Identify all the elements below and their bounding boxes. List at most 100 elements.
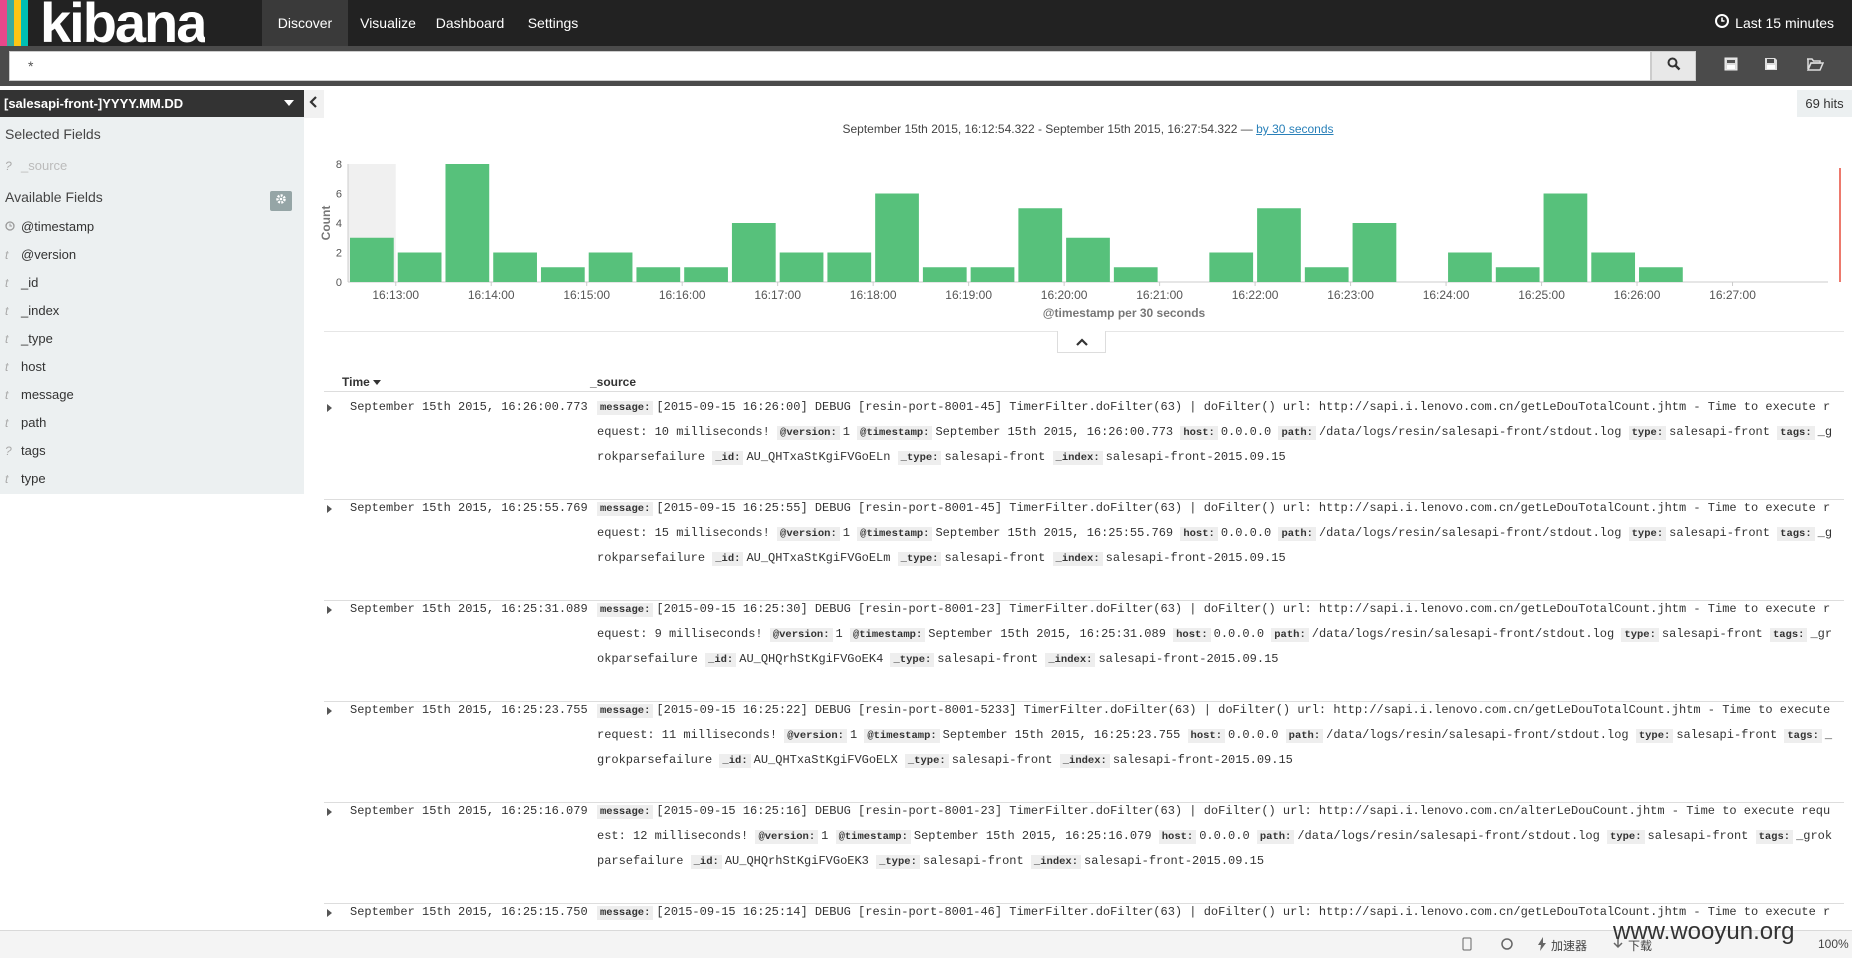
- field-name: _type: [21, 331, 53, 346]
- source-field-key: message:: [597, 603, 654, 617]
- histogram-bar[interactable]: [684, 267, 728, 282]
- field-name: _id: [21, 275, 39, 290]
- histogram-bar[interactable]: [1495, 267, 1540, 282]
- field-item-version[interactable]: t @version: [5, 247, 76, 262]
- histogram-bar[interactable]: [779, 252, 824, 283]
- gear-icon: [275, 192, 287, 210]
- source-field-value: salesapi-front: [1669, 526, 1778, 540]
- row-source: message: [2015-09-15 16:25:16] DEBUG [res…: [597, 804, 1837, 874]
- refresh-icon[interactable]: [1500, 937, 1514, 951]
- histogram-bar[interactable]: [1304, 267, 1349, 282]
- source-field-value: salesapi-front: [922, 854, 1031, 868]
- phone-icon[interactable]: [1462, 937, 1472, 951]
- histogram-bar[interactable]: [1448, 252, 1492, 283]
- search-button[interactable]: [1651, 51, 1696, 81]
- logo-bars: [0, 0, 34, 46]
- source-field-value: /data/logs/resin/salesapi-front/stdout.l…: [1297, 829, 1608, 843]
- histogram-bar[interactable]: [1209, 252, 1254, 283]
- histogram-bar[interactable]: [1066, 237, 1110, 282]
- x-tick-label: 16:18:00: [850, 288, 897, 302]
- chart-toggle-button[interactable]: [1057, 331, 1106, 353]
- histogram-bar[interactable]: [493, 252, 537, 283]
- histogram-bar[interactable]: [922, 267, 967, 282]
- histogram-bar[interactable]: [731, 223, 776, 282]
- histogram-bar[interactable]: [350, 237, 394, 282]
- field-item-host[interactable]: t host: [5, 359, 46, 374]
- y-tick-label: 8: [336, 159, 342, 171]
- field-item-type[interactable]: t _type: [5, 331, 53, 346]
- index-pattern-selector[interactable]: [salesapi-front-]YYYY.MM.DD: [0, 90, 304, 117]
- field-settings-button[interactable]: [270, 191, 292, 211]
- histogram-bar[interactable]: [827, 252, 872, 283]
- source-field-key: type:: [1628, 426, 1667, 440]
- available-fields-heading: Available Fields: [5, 189, 103, 205]
- expand-row-icon[interactable]: [327, 707, 332, 715]
- tab-discover[interactable]: Discover: [262, 0, 348, 46]
- histogram-bar[interactable]: [1352, 223, 1397, 282]
- new-search-button[interactable]: [1720, 55, 1742, 77]
- expand-row-icon[interactable]: [327, 909, 332, 917]
- source-field-key: message:: [597, 401, 654, 415]
- table-row[interactable]: September 15th 2015, 16:25:31.089 message…: [324, 602, 1844, 702]
- zoom-level[interactable]: 100%: [1818, 937, 1849, 951]
- histogram-bar[interactable]: [445, 164, 490, 282]
- source-field-value: September 15th 2015, 16:25:31.089: [928, 627, 1174, 641]
- field-item-path[interactable]: t path: [5, 415, 46, 430]
- field-item-timestamp[interactable]: @timestamp: [5, 219, 94, 234]
- source-field-key: @version:: [784, 729, 847, 743]
- histogram-bar[interactable]: [1591, 252, 1636, 283]
- source-field-key: _id:: [719, 754, 751, 768]
- source-field-key: @timestamp:: [857, 527, 933, 541]
- histogram-bar[interactable]: [588, 252, 633, 283]
- logo-text: kibana: [40, 0, 206, 46]
- field-item-tags[interactable]: ? tags: [5, 443, 46, 458]
- histogram-bar[interactable]: [1113, 267, 1158, 282]
- source-field-value: salesapi-front-2015.09.15: [1112, 753, 1293, 767]
- save-search-button[interactable]: [1760, 55, 1782, 77]
- histogram-bar[interactable]: [1018, 208, 1063, 282]
- histogram-bar[interactable]: [875, 193, 919, 283]
- histogram-chart[interactable]: 0 2 4 6 8 16:13:00 16:14:00 16:15:00 16:16:00 16:…: [316, 148, 1846, 323]
- search-input[interactable]: *: [9, 51, 1651, 81]
- histogram-bar[interactable]: [970, 267, 1015, 282]
- source-field-key: path:: [1271, 628, 1309, 642]
- unknown-type-icon: ?: [5, 443, 12, 458]
- field-item-id[interactable]: t _id: [5, 275, 38, 290]
- field-sidebar: [0, 90, 304, 494]
- field-item-source[interactable]: ? _source: [5, 158, 67, 173]
- table-row[interactable]: September 15th 2015, 16:25:55.769 message…: [324, 501, 1844, 601]
- source-field-key: path:: [1256, 830, 1295, 844]
- collapse-sidebar-button[interactable]: [304, 90, 324, 118]
- expand-row-icon[interactable]: [327, 606, 332, 614]
- histogram-bar[interactable]: [1639, 267, 1683, 282]
- caret-down-icon: [284, 100, 294, 106]
- open-search-button[interactable]: [1804, 55, 1826, 77]
- histogram-bar[interactable]: [1257, 208, 1301, 282]
- field-item-type[interactable]: t type: [5, 471, 46, 486]
- expand-row-icon[interactable]: [327, 404, 332, 412]
- table-row[interactable]: September 15th 2015, 16:25:23.755 message…: [324, 703, 1844, 803]
- histogram-bar[interactable]: [540, 267, 585, 282]
- x-tick-label: 16:27:00: [1709, 288, 1756, 302]
- histogram-bar[interactable]: [397, 252, 442, 283]
- tab-settings[interactable]: Settings: [498, 0, 608, 46]
- source-field-key: host:: [1180, 426, 1218, 440]
- source-field-key: message:: [597, 502, 654, 516]
- x-tick-label: 16:16:00: [659, 288, 706, 302]
- field-item-index[interactable]: t _index: [5, 303, 59, 318]
- accelerator-button[interactable]: 加速器: [1537, 937, 1587, 954]
- expand-row-icon[interactable]: [327, 505, 332, 513]
- time-picker[interactable]: Last 15 minutes: [1715, 0, 1834, 46]
- kibana-logo[interactable]: kibana: [0, 0, 205, 46]
- histogram-bar[interactable]: [1543, 193, 1588, 283]
- table-row[interactable]: September 15th 2015, 16:26:00.773 message…: [324, 400, 1844, 500]
- histogram-bar[interactable]: [636, 267, 681, 282]
- source-field-key: host:: [1187, 729, 1226, 743]
- table-row[interactable]: September 15th 2015, 16:25:16.079 message…: [324, 804, 1844, 904]
- column-header-time[interactable]: Time: [342, 375, 382, 389]
- field-item-message[interactable]: t message: [5, 387, 74, 402]
- interval-link[interactable]: by 30 seconds: [1256, 122, 1333, 136]
- source-field-key: _index:: [1045, 653, 1096, 667]
- string-type-icon: t: [5, 415, 9, 430]
- expand-row-icon[interactable]: [327, 808, 332, 816]
